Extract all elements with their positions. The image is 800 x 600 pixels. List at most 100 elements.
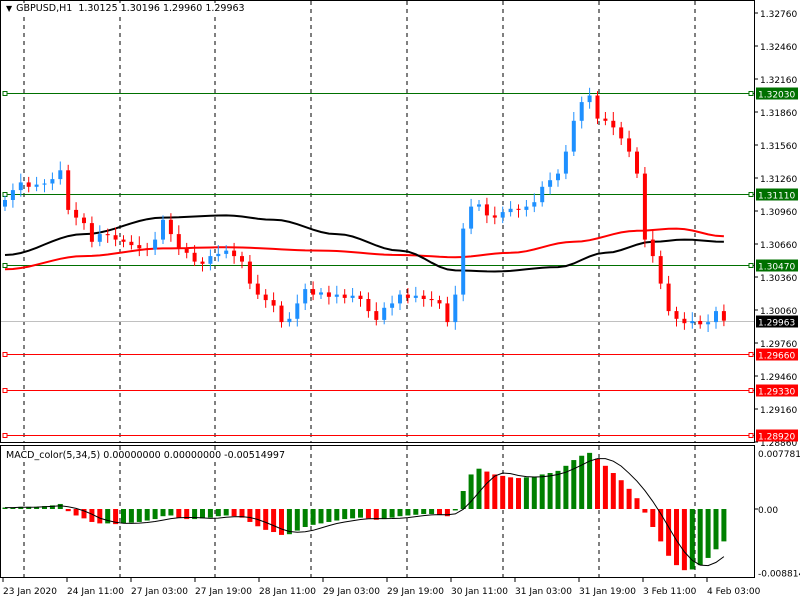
current-price-label: 1.29963 — [758, 319, 795, 329]
candle-body — [192, 252, 197, 262]
macd-histogram-bar — [429, 509, 435, 515]
macd-histogram-bar — [610, 473, 616, 509]
candle-body — [224, 250, 229, 254]
price-tick-label: 1.32160 — [760, 76, 797, 86]
candle-body — [168, 219, 173, 235]
level-price-label: 1.28920 — [758, 433, 795, 443]
candle-body — [129, 241, 134, 246]
candle-body — [382, 307, 387, 320]
macd-histogram-bar — [452, 509, 458, 511]
level-anchor-handle[interactable] — [748, 352, 754, 357]
macd-tick-label: 0.00 — [758, 506, 778, 516]
candle-body — [516, 208, 521, 210]
candle-body — [508, 208, 513, 213]
macd-histogram-bar — [476, 468, 482, 509]
candle-body — [255, 283, 260, 295]
macd-histogram-bar — [650, 509, 656, 527]
candle-body — [303, 289, 308, 304]
candle-body — [674, 311, 679, 319]
macd-histogram-bar — [531, 476, 537, 509]
price-tick-label: 1.32760 — [760, 10, 797, 20]
macd-histogram-bar — [350, 509, 356, 519]
dropdown-triangle-icon[interactable]: ▼ — [6, 4, 12, 13]
time-tick-label: 31 Jan 19:00 — [579, 587, 636, 597]
macd-histogram-bar — [200, 509, 205, 519]
level-price-label: 1.30470 — [758, 263, 795, 273]
time-tick-label: 23 Jan 2020 — [3, 587, 57, 597]
candle-body — [445, 303, 450, 323]
candle-body — [34, 184, 39, 187]
candle-body — [326, 292, 331, 297]
candle-body — [532, 202, 537, 207]
candle-body — [627, 138, 632, 152]
candle-body — [287, 318, 292, 323]
candle-body — [524, 206, 529, 210]
price-tick-label: 1.32460 — [760, 43, 797, 53]
macd-signal-line — [5, 458, 725, 567]
time-tick-label: 27 Jan 19:00 — [195, 587, 252, 597]
macd-histogram-bar — [421, 509, 427, 515]
candle-body — [263, 294, 268, 301]
candle-body — [121, 239, 126, 242]
level-anchor-handle[interactable] — [748, 91, 754, 96]
level-anchor-handle[interactable] — [748, 263, 754, 268]
candle-body — [398, 294, 402, 304]
candle-body — [540, 186, 545, 203]
macd-histogram-bar — [634, 498, 640, 509]
macd-histogram-bar — [713, 509, 719, 550]
time-tick-label: 28 Jan 11:00 — [259, 587, 316, 597]
high-value: 1.30196 — [120, 3, 160, 14]
level-anchor-handle[interactable] — [748, 388, 754, 393]
level-price-label: 1.29660 — [758, 352, 795, 362]
macd-histogram-bar — [626, 488, 632, 509]
macd-histogram-bar — [571, 460, 577, 509]
candle-body — [26, 182, 31, 187]
level-anchor-handle[interactable] — [2, 263, 8, 268]
candle-body — [421, 295, 426, 299]
price-tick-label: 1.29160 — [760, 406, 797, 416]
macd-histogram-bar — [121, 509, 126, 524]
macd-histogram-bar — [642, 509, 648, 513]
candle-body — [319, 292, 323, 295]
candle-body — [603, 118, 608, 121]
candle-body — [484, 204, 489, 216]
level-anchor-handle[interactable] — [748, 433, 754, 438]
macd-histogram-bar — [136, 509, 142, 522]
time-tick-label: 29 Jan 03:00 — [323, 587, 380, 597]
candle-body — [161, 219, 165, 240]
close-value: 1.29963 — [205, 3, 245, 14]
macd-histogram-bar — [310, 509, 316, 525]
macd-histogram-bar — [358, 509, 363, 518]
time-tick-label: 29 Jan 19:00 — [387, 587, 444, 597]
level-anchor-handle[interactable] — [2, 91, 8, 96]
macd-tick-label: -0.0088146 — [758, 569, 800, 579]
macd-histogram-bar — [381, 509, 387, 520]
macd-histogram-bar — [595, 458, 600, 509]
macd-histogram-bar — [247, 509, 253, 522]
candle-body — [595, 95, 600, 119]
macd-histogram-bar — [389, 509, 395, 518]
candle-body — [137, 245, 142, 249]
candle-body — [216, 253, 221, 257]
candle-body — [666, 283, 671, 312]
macd-histogram-bar — [263, 509, 269, 530]
price-tick-label: 1.30660 — [760, 241, 797, 251]
chart-window[interactable]: 1.32760 1.32460 1.32160 1.31860 1.31560 1.312… — [0, 0, 800, 600]
candle-body — [279, 305, 284, 323]
macd-histogram-bar — [721, 509, 727, 542]
level-anchor-handle[interactable] — [2, 352, 8, 357]
candle-body — [113, 235, 118, 240]
level-anchor-handle[interactable] — [2, 388, 8, 393]
candle-body — [619, 127, 624, 139]
level-anchor-handle[interactable] — [2, 433, 8, 438]
price-panel-frame — [0, 0, 755, 443]
candle-body — [690, 321, 695, 324]
candle-body — [682, 318, 687, 324]
macd-histogram-bar — [413, 509, 419, 515]
candle-body — [247, 261, 252, 284]
macd-histogram-bar — [294, 509, 300, 531]
macd-histogram-bar — [97, 509, 103, 524]
candle-body — [3, 200, 7, 207]
level-anchor-handle[interactable] — [748, 192, 754, 197]
price-chart[interactable]: 1.32760 1.32460 1.32160 1.31860 1.31560 1.312… — [0, 0, 800, 600]
